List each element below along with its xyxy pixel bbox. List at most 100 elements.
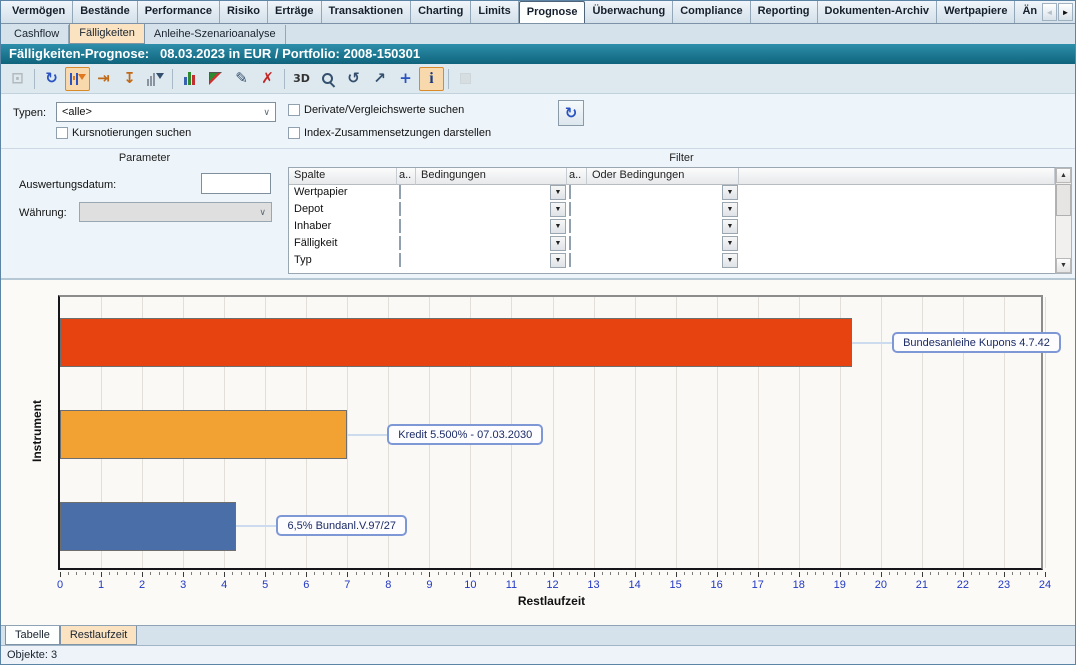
main-tab-risiko[interactable]: Risiko bbox=[220, 1, 268, 23]
tick-minor bbox=[700, 572, 701, 575]
rotate-icon-glyph: ↺ bbox=[347, 71, 360, 86]
derivate-checkbox[interactable] bbox=[288, 104, 300, 116]
tick-minor bbox=[905, 572, 906, 575]
auswertungsdatum-input[interactable] bbox=[201, 173, 271, 194]
info-icon[interactable]: i bbox=[419, 67, 444, 91]
sub-tab-cashflow[interactable]: Cashflow bbox=[5, 25, 69, 44]
bottom-tab-tabelle[interactable]: Tabelle bbox=[5, 626, 60, 645]
filter-column-header[interactable]: Bedingungen bbox=[416, 168, 567, 185]
filter-or-checkbox[interactable] bbox=[569, 253, 571, 267]
filter-settings-icon[interactable] bbox=[65, 67, 90, 91]
main-tab-prognose[interactable]: Prognose bbox=[519, 1, 586, 23]
scrollbar-thumb[interactable] bbox=[1056, 184, 1071, 216]
zoom-icon[interactable] bbox=[315, 67, 340, 91]
filter-or-checkbox[interactable] bbox=[569, 185, 571, 199]
oder-bedingungen-dropdown-icon[interactable]: ▼ bbox=[722, 219, 738, 234]
filter-and-checkbox[interactable] bbox=[399, 253, 401, 267]
index-checkbox[interactable] bbox=[288, 127, 300, 139]
refresh-icon[interactable]: ↻ bbox=[39, 67, 64, 91]
filter-column-header[interactable]: Oder Bedingungen bbox=[587, 168, 739, 185]
chart-filter-icon[interactable] bbox=[143, 67, 168, 91]
toolbar-separator bbox=[172, 69, 173, 89]
tick-minor bbox=[667, 572, 668, 575]
bedingungen-dropdown-icon[interactable]: ▼ bbox=[550, 236, 566, 251]
main-tab-n[interactable]: Än bbox=[1015, 1, 1041, 23]
filter-or-checkbox[interactable] bbox=[569, 219, 571, 233]
bar-callout-label: 6,5% Bundanl.V.97/27 bbox=[276, 515, 406, 536]
main-tab-verm-gen[interactable]: Vermögen bbox=[5, 1, 73, 23]
bottom-tab-restlaufzeit[interactable]: Restlaufzeit bbox=[60, 626, 137, 645]
bar-chart-icon[interactable] bbox=[177, 67, 202, 91]
tick-major bbox=[347, 572, 348, 577]
main-tab-best-nde[interactable]: Bestände bbox=[73, 1, 138, 23]
kursnotierungen-checkbox[interactable] bbox=[56, 127, 68, 139]
filter-column-header[interactable]: Spalte bbox=[289, 168, 397, 185]
main-tab-reporting[interactable]: Reporting bbox=[751, 1, 818, 23]
three-d-icon[interactable]: 3D bbox=[289, 67, 314, 91]
export-icon[interactable]: ⇥ bbox=[91, 67, 116, 91]
tab-scroll-left-icon[interactable]: ◄ bbox=[1042, 3, 1057, 21]
derivate-checkbox-row: Derivate/Vergleichswerte suchen bbox=[288, 104, 464, 116]
bar-callout-label: Kredit 5.500% - 07.03.2030 bbox=[387, 424, 543, 445]
oder-bedingungen-dropdown-icon[interactable]: ▼ bbox=[722, 236, 738, 251]
tick-label: 15 bbox=[663, 579, 689, 591]
filter-and-checkbox[interactable] bbox=[399, 202, 401, 216]
pan-icon[interactable]: ↗ bbox=[367, 67, 392, 91]
tick-label: 11 bbox=[498, 579, 524, 591]
rotate-icon[interactable]: ↺ bbox=[341, 67, 366, 91]
main-tab-charting[interactable]: Charting bbox=[411, 1, 471, 23]
x-axis-tick-labels: 0123456789101112131415161718192021222324 bbox=[60, 579, 1045, 592]
import-icon[interactable]: ↧ bbox=[117, 67, 142, 91]
scroll-down-icon[interactable]: ▼ bbox=[1056, 258, 1071, 273]
tick-minor bbox=[741, 572, 742, 575]
tick-label: 1 bbox=[88, 579, 114, 591]
filter-or-checkbox[interactable] bbox=[569, 202, 571, 216]
sub-tab-f-lligkeiten[interactable]: Fälligkeiten bbox=[69, 23, 145, 44]
bedingungen-dropdown-icon[interactable]: ▼ bbox=[550, 202, 566, 217]
main-tab-berwachung[interactable]: Überwachung bbox=[585, 1, 673, 23]
plus-icon[interactable]: + bbox=[393, 67, 418, 91]
tick-major bbox=[553, 572, 554, 577]
tick-minor bbox=[536, 572, 537, 575]
tick-minor bbox=[290, 572, 291, 575]
main-tab-limits[interactable]: Limits bbox=[471, 1, 518, 23]
placeholder-disabled-icon-glyph bbox=[460, 73, 471, 84]
filter-scrollbar[interactable]: ▲ ▼ bbox=[1055, 167, 1072, 274]
tick-minor bbox=[273, 572, 274, 575]
main-tab-transaktionen[interactable]: Transaktionen bbox=[322, 1, 412, 23]
oder-bedingungen-dropdown-icon[interactable]: ▼ bbox=[722, 253, 738, 268]
typen-dropdown[interactable]: <alle> ∨ bbox=[56, 102, 276, 122]
bedingungen-dropdown-icon[interactable]: ▼ bbox=[550, 185, 566, 200]
waehrung-dropdown[interactable]: ∨ bbox=[79, 202, 272, 222]
tick-label: 24 bbox=[1032, 579, 1058, 591]
filter-cell-filler bbox=[739, 202, 1055, 219]
tick-minor bbox=[848, 572, 849, 575]
tick-minor bbox=[577, 572, 578, 575]
tick-major bbox=[306, 572, 307, 577]
filter-column-header[interactable]: a.. bbox=[397, 168, 416, 185]
main-tab-compliance[interactable]: Compliance bbox=[673, 1, 750, 23]
bedingungen-dropdown-icon[interactable]: ▼ bbox=[550, 253, 566, 268]
edit-document-icon[interactable]: ✎ bbox=[229, 67, 254, 91]
main-tab-ertr-ge[interactable]: Erträge bbox=[268, 1, 322, 23]
filter-column-header[interactable]: a.. bbox=[567, 168, 587, 185]
tab-scroll-right-icon[interactable]: ► bbox=[1058, 3, 1073, 21]
delete-icon[interactable]: ✗ bbox=[255, 67, 280, 91]
filter-or-checkbox[interactable] bbox=[569, 236, 571, 250]
refresh-button[interactable]: ↻ bbox=[558, 100, 584, 126]
oder-bedingungen-dropdown-icon[interactable]: ▼ bbox=[722, 202, 738, 217]
scroll-up-icon[interactable]: ▲ bbox=[1056, 168, 1071, 183]
filter-and-checkbox[interactable] bbox=[399, 185, 401, 199]
main-tab-performance[interactable]: Performance bbox=[138, 1, 220, 23]
filter-and-checkbox[interactable] bbox=[399, 219, 401, 233]
oder-bedingungen-dropdown-icon[interactable]: ▼ bbox=[722, 185, 738, 200]
main-tab-dokumenten-archiv[interactable]: Dokumenten-Archiv bbox=[818, 1, 938, 23]
color-chart-icon[interactable] bbox=[203, 67, 228, 91]
bedingungen-dropdown-icon[interactable]: ▼ bbox=[550, 219, 566, 234]
filter-and-checkbox[interactable] bbox=[399, 236, 401, 250]
tick-minor bbox=[241, 572, 242, 575]
tick-minor bbox=[561, 572, 562, 575]
tick-minor bbox=[76, 572, 77, 575]
main-tab-wertpapiere[interactable]: Wertpapiere bbox=[937, 1, 1015, 23]
sub-tab-anleihe-szenarioanalyse[interactable]: Anleihe-Szenarioanalyse bbox=[145, 25, 286, 44]
